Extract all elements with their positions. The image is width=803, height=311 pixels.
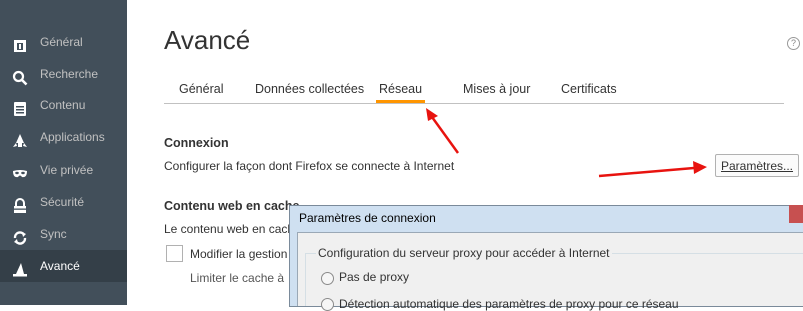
arrow-to-parametres-button <box>598 161 707 178</box>
arrow-to-reseau-tab <box>426 108 460 154</box>
annotation-arrows <box>426 108 707 178</box>
